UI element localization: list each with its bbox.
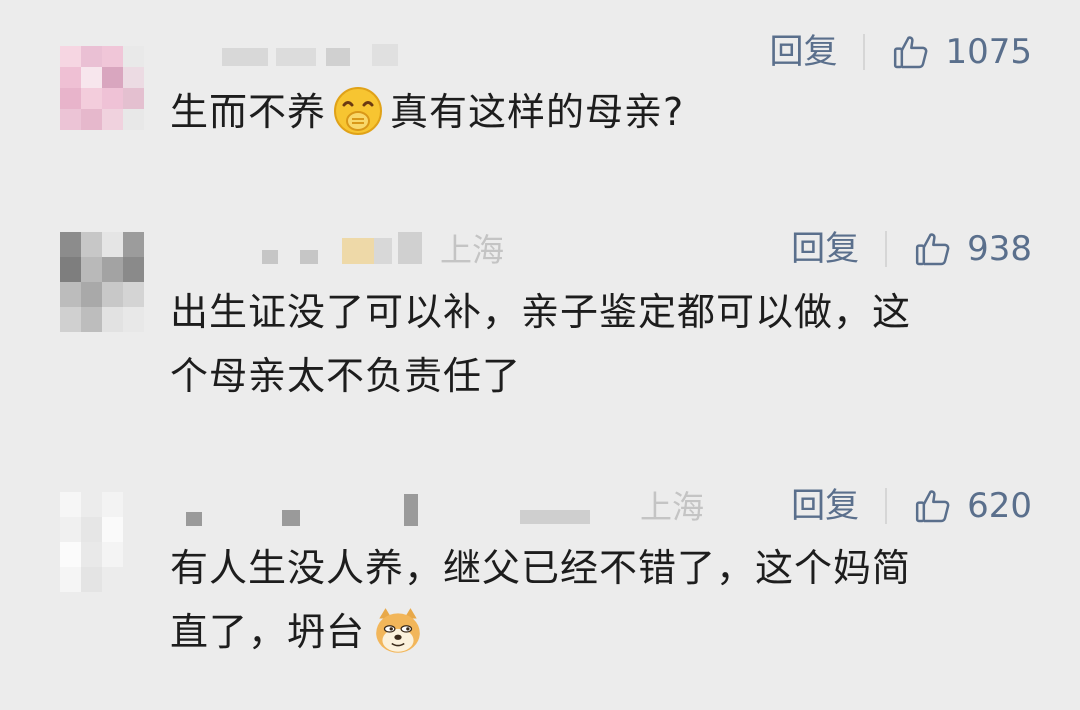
avatar[interactable] xyxy=(60,46,144,130)
location-label: 上海 xyxy=(640,488,705,526)
comment-text: 生而不养 真有这样的母亲? xyxy=(170,80,1030,144)
action-divider xyxy=(885,231,888,267)
like-button[interactable]: 620 xyxy=(913,484,1032,528)
comment-actions: 回复 1075 xyxy=(769,30,1032,74)
thumbs-up-icon xyxy=(916,490,950,523)
like-button[interactable]: 1075 xyxy=(891,30,1032,74)
hand-over-mouth-emoji-icon xyxy=(334,86,383,135)
comment-actions: 回复 620 xyxy=(791,484,1032,528)
comment-actions: 回复 938 xyxy=(791,227,1032,271)
action-divider xyxy=(885,488,888,524)
avatar[interactable] xyxy=(60,232,144,332)
avatar[interactable] xyxy=(60,492,144,592)
thumbs-up-icon xyxy=(894,36,928,69)
comment-text: 出生证没了可以补，亲子鉴定都可以做，这 个母亲太不负责任了 xyxy=(170,290,912,398)
reply-button[interactable]: 回复 xyxy=(791,227,859,271)
username[interactable] xyxy=(262,228,432,264)
location-label: 上海 xyxy=(440,231,505,269)
comment-text: 有人生没人养，继父已经不错了，这个妈简 直了，坍台 xyxy=(170,536,1030,664)
thumbs-up-icon xyxy=(916,233,950,266)
like-count: 938 xyxy=(967,229,1032,269)
like-count: 620 xyxy=(967,486,1032,526)
username[interactable] xyxy=(222,40,422,70)
reply-button[interactable]: 回复 xyxy=(769,30,837,74)
like-button[interactable]: 938 xyxy=(913,227,1032,271)
reply-button[interactable]: 回复 xyxy=(791,484,859,528)
action-divider xyxy=(863,34,866,70)
username[interactable] xyxy=(186,492,626,526)
like-count: 1075 xyxy=(945,32,1032,72)
doge-emoji-icon xyxy=(376,607,420,653)
comment-list: 回复 1075 生而不养 真有这样的母亲? 上海 回复 938 出生证没了可以补… xyxy=(0,0,1080,710)
